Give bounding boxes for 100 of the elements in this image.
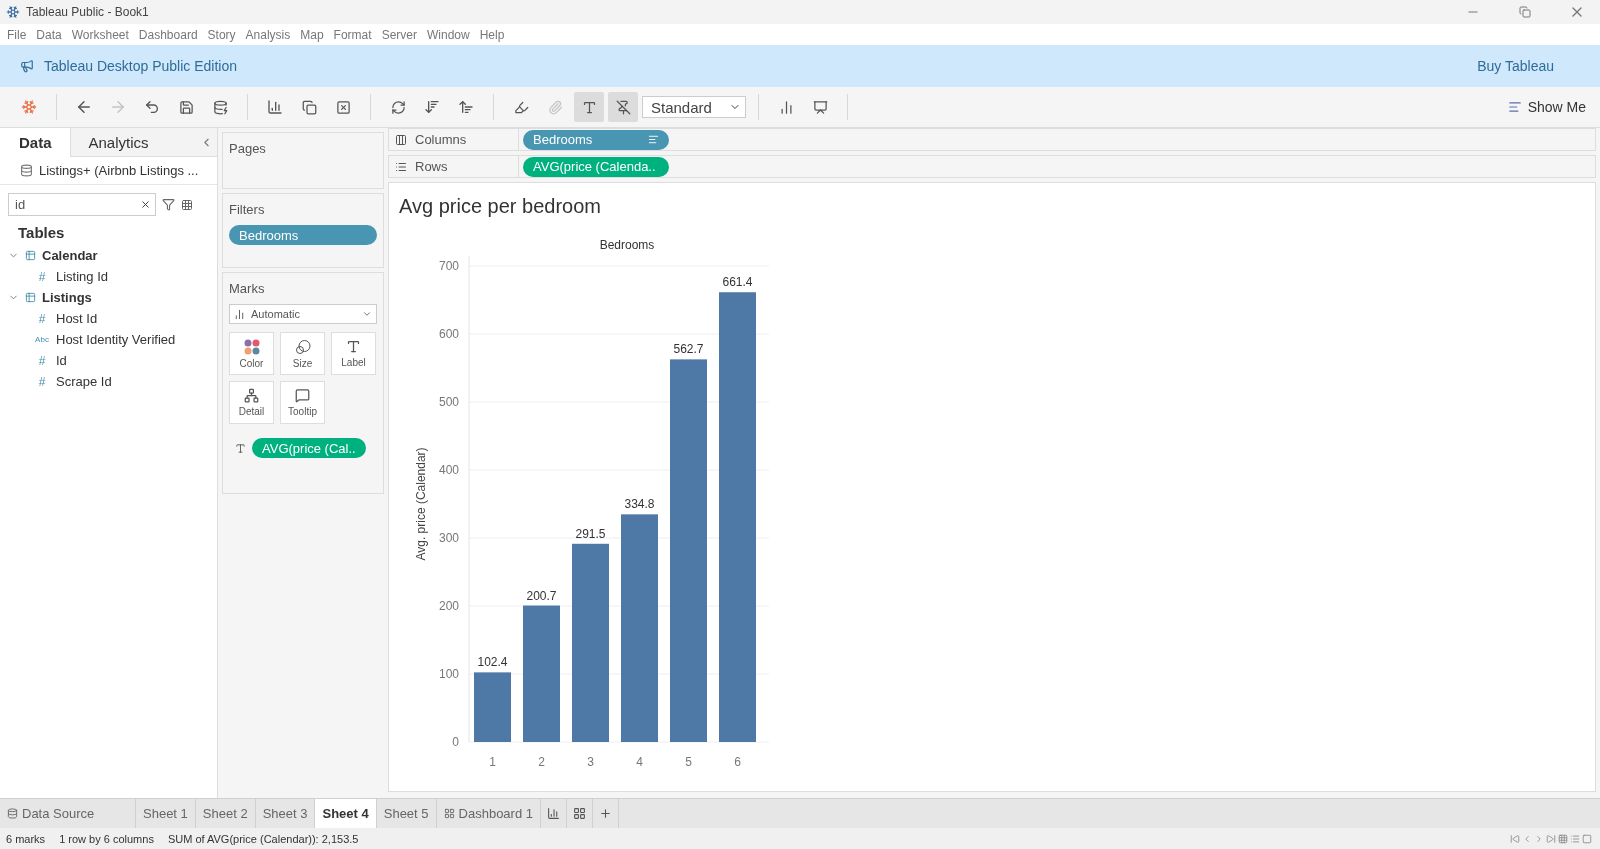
field-name[interactable]: Host Id xyxy=(56,311,98,326)
text-label-icon xyxy=(346,339,361,354)
text-label-icon xyxy=(235,442,246,454)
type-glyph: # xyxy=(37,353,47,368)
field-pill[interactable]: Bedrooms xyxy=(229,225,377,245)
window-title: Tableau Public - Book1 xyxy=(26,5,150,19)
tick-label: 700 xyxy=(438,259,459,273)
menu-item[interactable]: Story xyxy=(202,27,241,42)
grid-view-icon xyxy=(1558,833,1568,844)
view-size-dropdown[interactable]: Standard xyxy=(642,96,746,118)
menu-item[interactable]: Server xyxy=(376,27,422,42)
chevron-down-icon[interactable] xyxy=(8,250,19,261)
type-glyph: Abc xyxy=(34,335,50,344)
megaphone-icon xyxy=(20,59,34,73)
field-pill[interactable]: AVG(price (Calenda.. xyxy=(523,156,669,177)
logo-icon xyxy=(21,99,37,115)
speech-bubble-icon xyxy=(295,388,310,403)
table-icon xyxy=(25,250,36,261)
tick-label: 0 xyxy=(452,735,459,749)
axis-title: Avg. price (Calendar) xyxy=(414,447,428,561)
menu-item[interactable]: Worksheet xyxy=(66,27,134,42)
status-text: 1 row by 6 columns xyxy=(59,832,154,845)
new-data-source-icon xyxy=(212,99,228,115)
field-name[interactable]: Id xyxy=(56,353,67,368)
database-icon xyxy=(7,808,18,819)
size-circles-icon xyxy=(294,338,311,355)
panel-tab[interactable]: Analytics xyxy=(69,128,167,157)
menu-item[interactable]: Help xyxy=(474,27,510,42)
menu-item[interactable]: Data xyxy=(31,27,67,42)
back-icon xyxy=(75,98,93,116)
bar-chart-icon xyxy=(234,308,245,320)
buy-link[interactable]: Buy Tableau xyxy=(1477,58,1554,74)
table-name[interactable]: Calendar xyxy=(42,248,98,263)
data-label: 562.7 xyxy=(673,342,704,357)
clear-icon xyxy=(140,199,151,210)
category-label: 1 xyxy=(489,755,496,769)
replay-icon xyxy=(144,99,160,115)
show-labels-icon xyxy=(581,99,597,115)
menu-item[interactable]: Window xyxy=(421,27,475,42)
field-name[interactable]: Listing Id xyxy=(56,269,109,284)
menu-item[interactable]: Dashboard xyxy=(133,27,203,42)
data-label: 661.4 xyxy=(722,275,753,290)
mark-card[interactable]: Tooltip xyxy=(280,381,325,424)
mark-card[interactable]: Color xyxy=(229,332,274,375)
view-options-icon xyxy=(181,198,193,211)
show-me-button[interactable]: Show Me xyxy=(1507,99,1586,115)
table-icon xyxy=(25,292,36,303)
shelf-label: Rows xyxy=(415,159,448,174)
data-source-name[interactable]: Listings+ (Airbnb Listings ... xyxy=(39,163,199,178)
sort-ascending-icon xyxy=(424,99,440,115)
grid-icon xyxy=(443,808,455,819)
mark-card[interactable]: Size xyxy=(280,332,325,375)
mark-card[interactable]: Label xyxy=(331,332,376,375)
tick-label: 300 xyxy=(438,531,459,545)
unpin-button[interactable] xyxy=(608,92,638,122)
color-dots-icon xyxy=(243,338,260,355)
caret-icon xyxy=(362,309,372,319)
tick-label: 500 xyxy=(438,395,459,409)
filter-icon xyxy=(162,198,175,211)
sheet-tab[interactable]: Sheet 4 xyxy=(315,799,377,828)
paperclip-icon xyxy=(547,99,563,115)
unpin-icon xyxy=(615,99,631,115)
clear-sheet-icon xyxy=(335,99,351,115)
category-label: 3 xyxy=(587,755,594,769)
category-label: 4 xyxy=(636,755,643,769)
category-label: 5 xyxy=(685,755,692,769)
new-dashboard-icon xyxy=(573,807,586,820)
new-sheet-icon xyxy=(267,99,283,115)
show-labels-button[interactable] xyxy=(574,92,604,122)
menu-item[interactable]: Analysis xyxy=(240,27,296,42)
axis-header: Bedrooms xyxy=(599,238,655,252)
status-text: 6 marks xyxy=(6,832,46,845)
data-label: 291.5 xyxy=(575,526,606,541)
menu-item[interactable]: Map xyxy=(295,27,329,42)
tables-heading: Tables xyxy=(17,223,66,243)
menu-item[interactable]: Format xyxy=(328,27,377,42)
field-name[interactable]: Host Identity Verified xyxy=(56,332,176,347)
data-source-icon xyxy=(20,164,33,177)
tick-label: 200 xyxy=(438,599,459,613)
banner-text: Tableau Desktop Public Edition xyxy=(44,58,238,74)
search-field[interactable]: id xyxy=(8,193,156,216)
card-title: Marks xyxy=(229,281,266,296)
mark-card[interactable]: Detail xyxy=(229,381,274,424)
field-pill[interactable]: Bedrooms xyxy=(523,129,669,150)
field-name[interactable]: Scrape Id xyxy=(56,374,112,389)
data-label: 200.7 xyxy=(526,588,557,603)
sort-icon xyxy=(648,134,659,145)
table-name[interactable]: Listings xyxy=(42,290,92,305)
card-title: Filters xyxy=(229,202,266,217)
menu-item[interactable]: File xyxy=(2,27,32,42)
tick-label: 400 xyxy=(438,463,459,477)
duplicate-icon xyxy=(301,99,317,115)
bars-icon xyxy=(1507,100,1522,114)
mark-type-dropdown[interactable]: Automatic xyxy=(229,304,377,324)
swap-icon xyxy=(390,99,406,115)
list-view-icon xyxy=(1570,833,1580,844)
bar xyxy=(474,672,511,742)
field-pill[interactable]: AVG(price (Cal.. xyxy=(252,438,366,458)
new-sheet-icon xyxy=(547,807,560,820)
restore-icon[interactable] xyxy=(1519,6,1531,18)
